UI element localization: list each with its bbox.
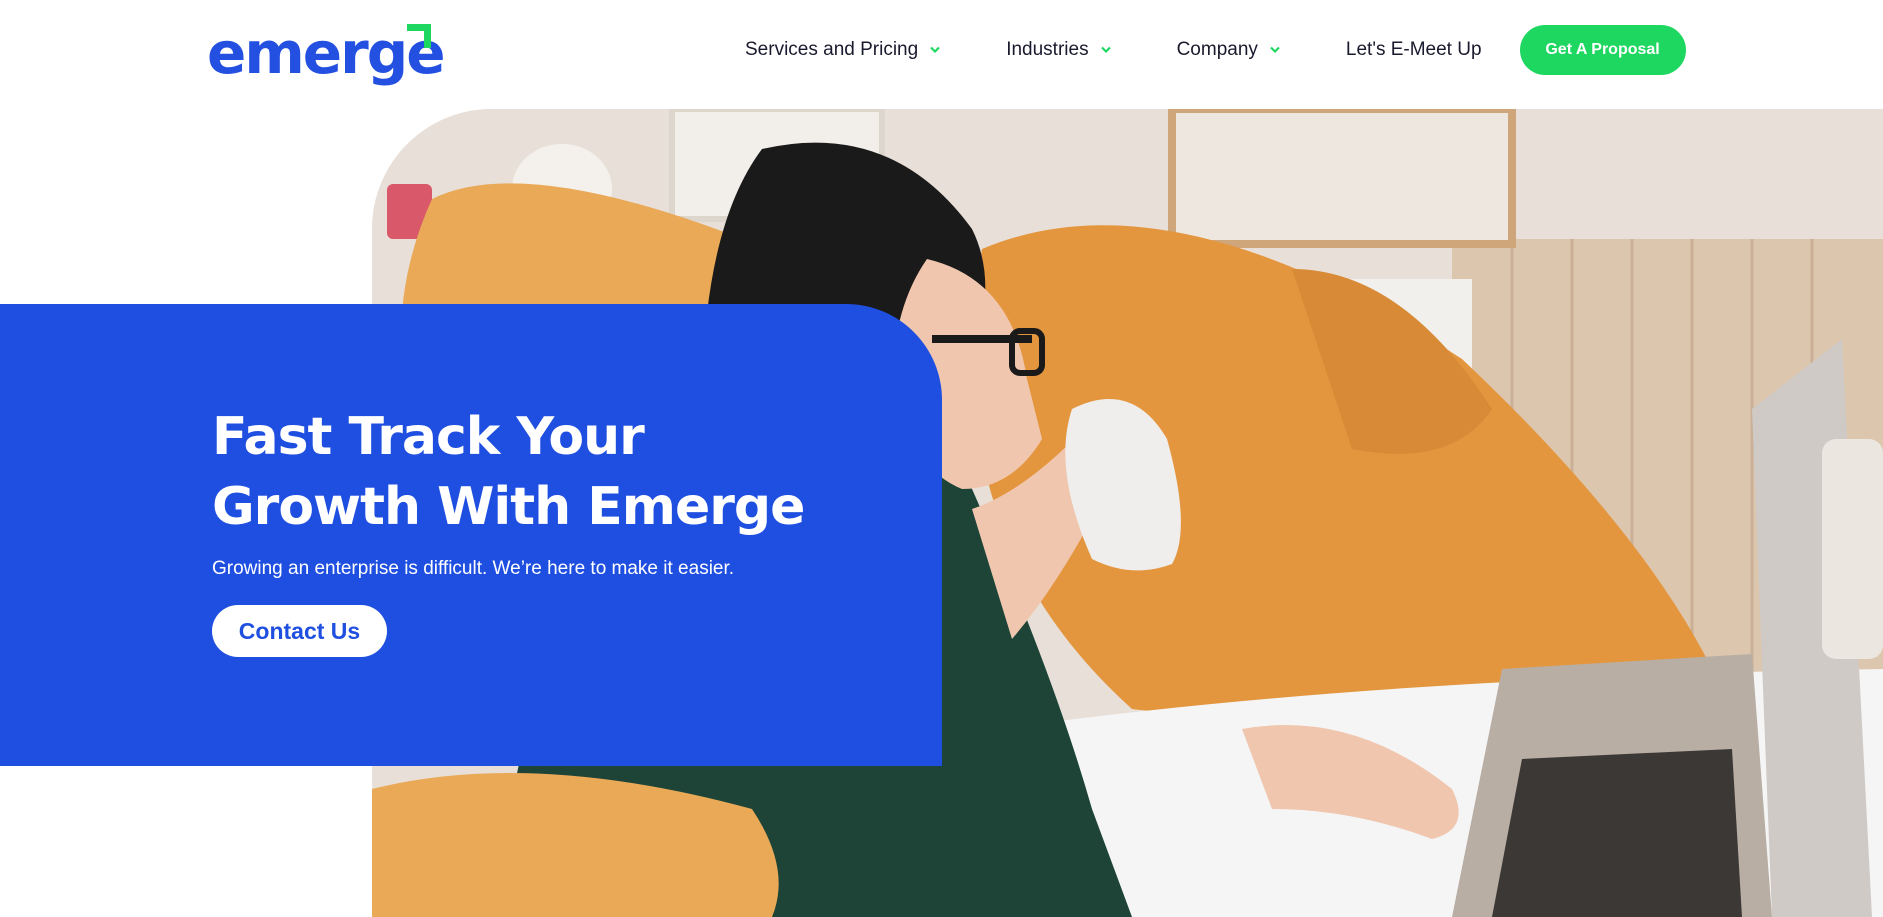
site-header: emerge Services and Pricing Industries C… [0,0,1883,108]
hero-title-line-2: Growth With Emerge [212,477,805,537]
chevron-down-icon [1270,46,1280,54]
logo[interactable]: emerge [207,20,446,82]
contact-us-button[interactable]: Contact Us [212,605,387,657]
hero-title: Fast Track Your Growth With Emerge [212,402,805,542]
hero-subtitle: Growing an enterprise is difficult. We’r… [212,558,735,579]
logo-arrow-icon [407,24,431,48]
hero-panel: Fast Track Your Growth With Emerge Growi… [0,304,942,766]
nav-item-label: Company [1176,39,1258,60]
nav-item-company[interactable]: Company [1177,39,1280,61]
nav-item-label: Services and Pricing [745,39,919,60]
chevron-down-icon [930,46,940,54]
nav-item-e-meet-up[interactable]: Let's E-Meet Up [1346,39,1482,61]
nav-item-industries[interactable]: Industries [1006,39,1111,61]
nav-item-services-and-pricing[interactable]: Services and Pricing [745,39,940,61]
nav-item-label: Industries [1006,39,1089,60]
chevron-down-icon [1100,46,1111,54]
main-nav: Services and Pricing Industries Company … [745,25,1686,75]
get-a-proposal-button[interactable]: Get A Proposal [1519,25,1686,75]
nav-item-label: Let's E-Meet Up [1345,39,1482,60]
hero-title-line-1: Fast Track Your [212,407,645,467]
